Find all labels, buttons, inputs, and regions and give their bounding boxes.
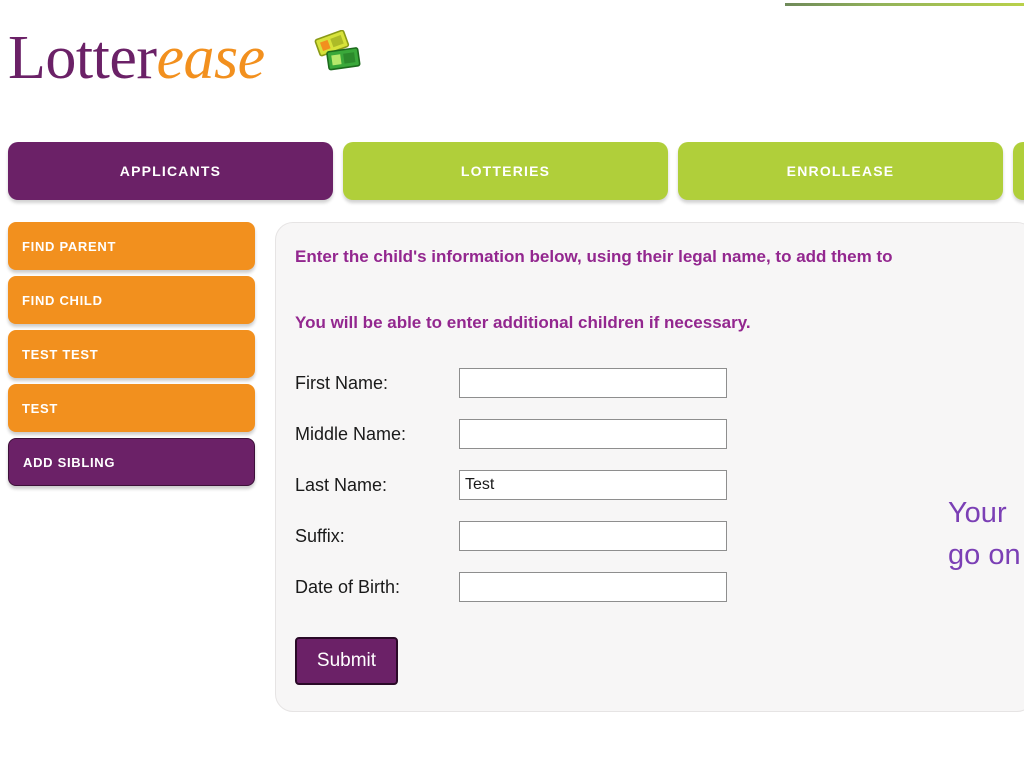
main-tab-bar: APPLICANTS LOTTERIES ENROLLEASE bbox=[0, 142, 1024, 202]
brand-logo[interactable]: Lotterease bbox=[8, 22, 265, 94]
tab-enrollease[interactable]: ENROLLEASE bbox=[678, 142, 1003, 200]
sidebar-item-find-child[interactable]: FIND CHILD bbox=[8, 276, 255, 324]
sidebar-item-find-parent[interactable]: FIND PARENT bbox=[8, 222, 255, 270]
date-of-birth-input[interactable] bbox=[459, 572, 727, 602]
sidebar-item-label: TEST TEST bbox=[22, 346, 99, 362]
suffix-label: Suffix: bbox=[295, 526, 345, 546]
right-side-note-line-1: Your bbox=[948, 497, 1007, 529]
first-name-input[interactable] bbox=[459, 368, 727, 398]
sidebar-item-test[interactable]: TEST bbox=[8, 384, 255, 432]
middle-name-input[interactable] bbox=[459, 419, 727, 449]
tab-applicants-label: APPLICANTS bbox=[119, 163, 222, 179]
suffix-input[interactable] bbox=[459, 521, 727, 551]
form-row-date-of-birth: Date of Birth: bbox=[295, 572, 727, 623]
sidebar-item-add-sibling[interactable]: ADD SIBLING bbox=[8, 438, 255, 486]
right-side-note-line-2: go on bbox=[948, 539, 1021, 571]
sidebar-item-label: FIND PARENT bbox=[22, 238, 117, 254]
panel-heading: Enter the child's information below, usi… bbox=[295, 247, 893, 266]
applicant-sidebar: FIND PARENT FIND CHILD TEST TEST TEST AD… bbox=[8, 222, 255, 492]
first-name-label: First Name: bbox=[295, 373, 389, 393]
last-name-label: Last Name: bbox=[295, 475, 388, 495]
form-row-suffix: Suffix: bbox=[295, 521, 727, 572]
lottery-ticket-icon bbox=[314, 30, 361, 71]
tab-lotteries[interactable]: LOTTERIES bbox=[343, 142, 668, 200]
form-row-last-name: Last Name: bbox=[295, 470, 727, 521]
tab-overflow-clipped[interactable] bbox=[1013, 142, 1024, 200]
right-side-note: Your go on bbox=[948, 492, 1024, 576]
tab-applicants[interactable]: APPLICANTS bbox=[8, 142, 333, 200]
logo-text-primary: Lotter bbox=[8, 24, 157, 92]
tab-lotteries-label: LOTTERIES bbox=[460, 163, 551, 179]
sidebar-item-label: ADD SIBLING bbox=[23, 454, 116, 470]
date-of-birth-label: Date of Birth: bbox=[295, 577, 401, 597]
panel-subheading: You will be able to enter additional chi… bbox=[295, 313, 751, 332]
page-root: Lotterease APPLICANTS LOTTERIES ENROLLEA… bbox=[0, 0, 1024, 768]
form-row-first-name: First Name: bbox=[295, 368, 727, 419]
add-sibling-panel: Enter the child's information below, usi… bbox=[275, 222, 1024, 712]
tab-enrollease-label: ENROLLEASE bbox=[786, 163, 895, 179]
top-green-rule bbox=[785, 3, 1024, 6]
submit-button[interactable]: Submit bbox=[295, 637, 398, 685]
sidebar-item-label: TEST bbox=[22, 400, 59, 416]
last-name-input[interactable] bbox=[459, 470, 727, 500]
child-information-form: First Name: Middle Name: Last Name: Suff… bbox=[295, 368, 727, 623]
logo-text-secondary: ease bbox=[156, 24, 266, 92]
middle-name-label: Middle Name: bbox=[295, 424, 407, 444]
sidebar-item-test-test[interactable]: TEST TEST bbox=[8, 330, 255, 378]
form-row-middle-name: Middle Name: bbox=[295, 419, 727, 470]
sidebar-item-label: FIND CHILD bbox=[22, 292, 103, 308]
